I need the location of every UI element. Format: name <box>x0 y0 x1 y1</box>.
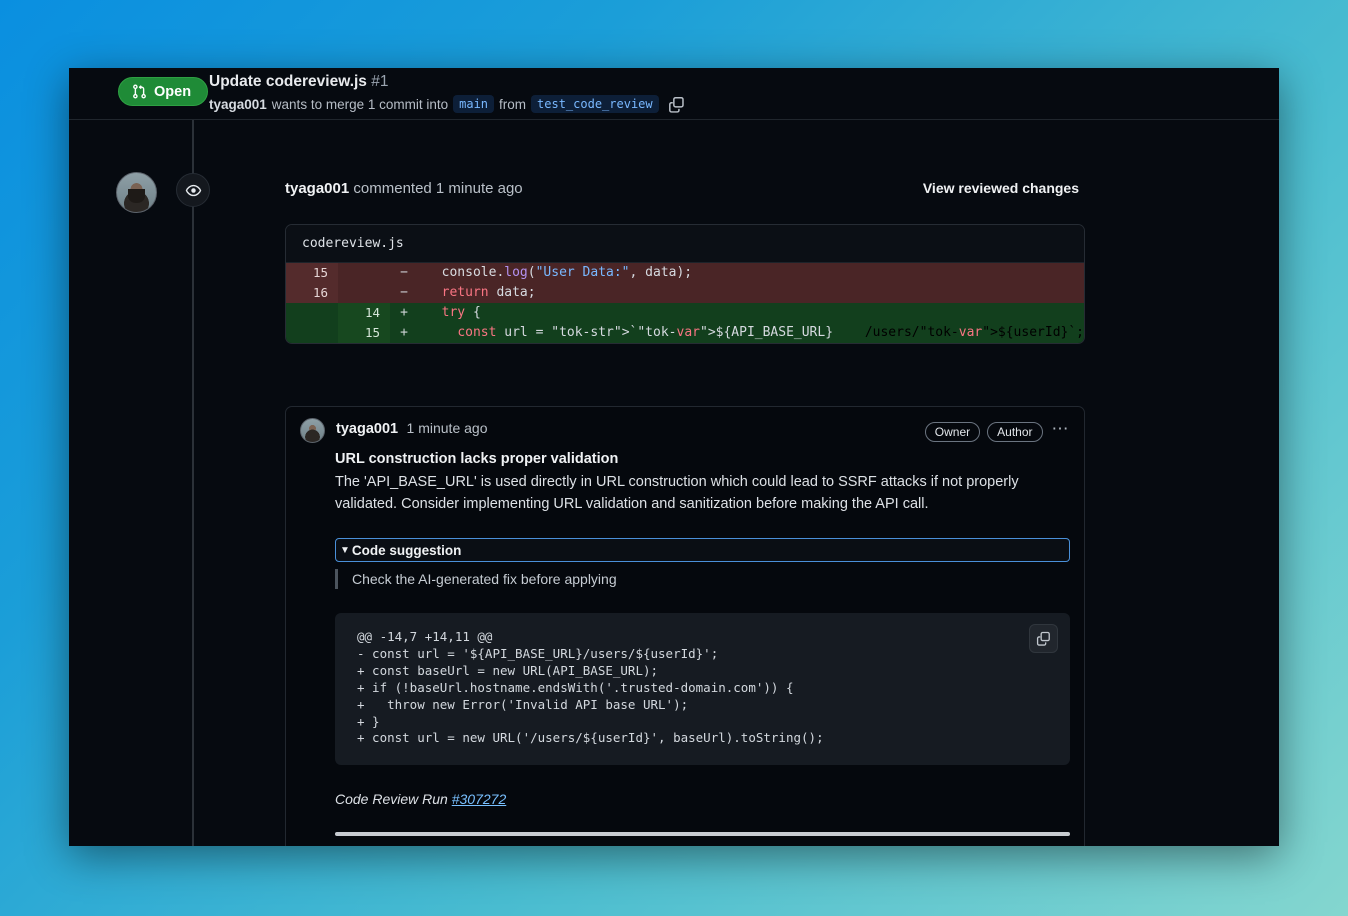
suggestion-code-text: @@ -14,7 +14,11 @@ - const url = '${API_… <box>357 629 1010 747</box>
pr-merge-text: wants to merge 1 commit into <box>272 97 448 112</box>
chevron-down-icon: ▼ <box>340 545 350 556</box>
diff-line-add[interactable]: 14+ try { <box>286 303 1084 323</box>
pr-author[interactable]: tyaga001 <box>209 97 267 112</box>
view-reviewed-changes-link[interactable]: View reviewed changes <box>923 180 1079 196</box>
page-title: Update codereview.js #1 <box>209 72 1279 91</box>
eye-icon <box>185 182 202 199</box>
diff-card: codereview.js 15− console.log("User Data… <box>285 224 1085 344</box>
event-action: commented 1 minute ago <box>353 180 522 197</box>
status-badge-label: Open <box>154 84 191 100</box>
code-suggestion-toggle[interactable]: ▼ Code suggestion <box>335 538 1070 562</box>
diff-code: const url = "tok-str">`"tok-var">${API_B… <box>418 323 865 343</box>
run-label: Code Review Run <box>335 791 448 807</box>
diff-line-add[interactable]: 15+ const url = "tok-str">`"tok-var">${A… <box>286 323 1084 343</box>
timeline-rail <box>192 120 194 846</box>
diff-new-lineno: 15 <box>338 323 390 343</box>
timeline-event-text: tyaga001 commented 1 minute ago <box>285 180 523 197</box>
comment-timestamp: 1 minute ago <box>407 420 488 436</box>
pr-conversation: tyaga001 commented 1 minute ago View rev… <box>69 120 1279 846</box>
diff-line-del[interactable]: 16 − return data; <box>286 283 1084 303</box>
divider <box>335 832 1070 836</box>
copy-icon <box>1036 631 1051 646</box>
issue-description: The 'API_BASE_URL' is used directly in U… <box>335 472 1025 515</box>
review-event-badge <box>176 173 210 207</box>
diff-sign: − <box>390 263 418 283</box>
review-comment-card: tyaga001 1 minute ago Owner Author ⋯ URL… <box>285 406 1085 846</box>
kebab-menu-icon[interactable]: ⋯ <box>1050 419 1073 445</box>
diff-code: try { <box>418 303 1084 323</box>
comment-header: tyaga001 1 minute ago Owner Author ⋯ <box>286 407 1084 451</box>
diff-code: console.log("User Data:", data); <box>418 263 1084 283</box>
pr-number: #1 <box>371 73 388 90</box>
comment-body: URL construction lacks proper validation… <box>286 451 1084 846</box>
copy-code-button[interactable] <box>1029 624 1058 653</box>
run-link[interactable]: #307272 <box>452 791 507 807</box>
diff-old-lineno: 15 <box>286 263 338 283</box>
pr-title-text: Update codereview.js <box>209 73 367 90</box>
code-suggestion-label: Code suggestion <box>352 543 462 558</box>
event-user[interactable]: tyaga001 <box>285 180 349 197</box>
comment-avatar[interactable] <box>300 418 325 443</box>
avatar[interactable] <box>116 172 157 213</box>
issue-title: URL construction lacks proper validation <box>335 451 1070 467</box>
pull-request-window: Open Update codereview.js #1 tyaga001 wa… <box>69 68 1279 846</box>
comment-author[interactable]: tyaga001 <box>336 421 398 437</box>
suggestion-code-block: @@ -14,7 +14,11 @@ - const url = '${API_… <box>335 613 1070 765</box>
diff-sign: + <box>390 323 418 343</box>
diff-rows: 15− console.log("User Data:", data);16− … <box>286 263 1084 343</box>
pull-request-icon <box>132 84 147 99</box>
diff-sign: − <box>390 283 418 303</box>
copy-icon <box>668 96 685 113</box>
pr-header: Open Update codereview.js #1 tyaga001 wa… <box>69 68 1279 120</box>
diff-code: return data; <box>418 283 1084 303</box>
diff-new-lineno: 14 <box>338 303 390 323</box>
copy-branch-button[interactable] <box>668 96 685 113</box>
badge-owner: Owner <box>925 422 980 442</box>
pr-subtitle: tyaga001 wants to merge 1 commit into ma… <box>209 95 1279 113</box>
pr-from-text: from <box>499 97 526 112</box>
diff-old-lineno: 16 <box>286 283 338 303</box>
comment-badges: Owner Author ⋯ <box>925 419 1072 445</box>
code-suggestion-note: Check the AI-generated fix before applyi… <box>335 569 1070 589</box>
head-branch-chip[interactable]: test_code_review <box>531 95 659 113</box>
diff-sign: + <box>390 303 418 323</box>
badge-author: Author <box>987 422 1042 442</box>
status-badge-open[interactable]: Open <box>118 77 208 106</box>
diff-filename[interactable]: codereview.js <box>286 225 1084 263</box>
code-review-run: Code Review Run #307272 <box>335 791 1070 807</box>
diff-line-del[interactable]: 15 − console.log("User Data:", data); <box>286 263 1084 283</box>
base-branch-chip[interactable]: main <box>453 95 494 113</box>
